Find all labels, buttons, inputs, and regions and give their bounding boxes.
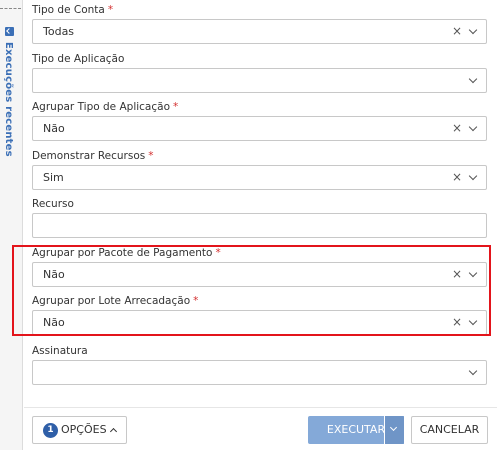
expand-panel-icon[interactable] <box>5 27 14 36</box>
field-tipo-de-aplicacao: Tipo de Aplicação <box>32 52 487 93</box>
select-value: Sim <box>43 171 64 184</box>
chevron-down-icon[interactable] <box>468 25 478 35</box>
chevron-down-icon[interactable] <box>468 74 478 84</box>
select-value: Todas <box>43 25 75 38</box>
field-label: Agrupar Tipo de Aplicação * <box>32 101 179 113</box>
field-agrupar-tipo-de-aplicacao: Agrupar Tipo de Aplicação * Não × <box>32 100 487 141</box>
field-label: Tipo de Aplicação <box>32 53 125 65</box>
highlight-box <box>12 245 491 336</box>
field-label: Recurso <box>32 198 74 210</box>
demonstrar-recursos-select[interactable]: Sim × <box>32 165 487 190</box>
execute-dropdown-button[interactable] <box>384 416 404 444</box>
recent-executions-label[interactable]: Execuções recentes <box>3 42 14 157</box>
footer-divider <box>24 407 497 408</box>
select-value: Não <box>43 122 65 135</box>
tipo-de-aplicacao-select[interactable] <box>32 68 487 93</box>
chevron-down-icon[interactable] <box>468 122 478 132</box>
assinatura-select[interactable] <box>32 360 487 385</box>
options-label: OPÇÕES <box>61 423 107 436</box>
chevron-down-icon[interactable] <box>468 171 478 181</box>
chevron-down-icon <box>389 423 398 432</box>
field-tipo-de-conta: Tipo de Conta * Todas × <box>32 3 487 44</box>
cancel-button[interactable]: CANCELAR <box>411 416 488 444</box>
field-label: Tipo de Conta * <box>32 4 114 16</box>
field-recurso: Recurso <box>32 197 487 238</box>
recent-executions-panel[interactable]: Execuções recentes <box>0 0 23 450</box>
recurso-input[interactable] <box>32 213 487 238</box>
close-icon[interactable]: × <box>452 166 462 189</box>
options-button[interactable]: 1 OPÇÕES <box>32 416 127 444</box>
field-assinatura: Assinatura <box>32 344 487 385</box>
chevron-up-icon <box>109 427 118 436</box>
chevron-down-icon[interactable] <box>468 366 478 376</box>
agrupar-tipo-de-aplicacao-select[interactable]: Não × <box>32 116 487 141</box>
close-icon[interactable]: × <box>452 117 462 140</box>
divider <box>0 8 21 9</box>
field-label: Demonstrar Recursos * <box>32 150 154 162</box>
field-label: Assinatura <box>32 345 88 357</box>
options-count-badge: 1 <box>43 423 58 438</box>
field-demonstrar-recursos: Demonstrar Recursos * Sim × <box>32 149 487 190</box>
tipo-de-conta-select[interactable]: Todas × <box>32 19 487 44</box>
close-icon[interactable]: × <box>452 20 462 43</box>
